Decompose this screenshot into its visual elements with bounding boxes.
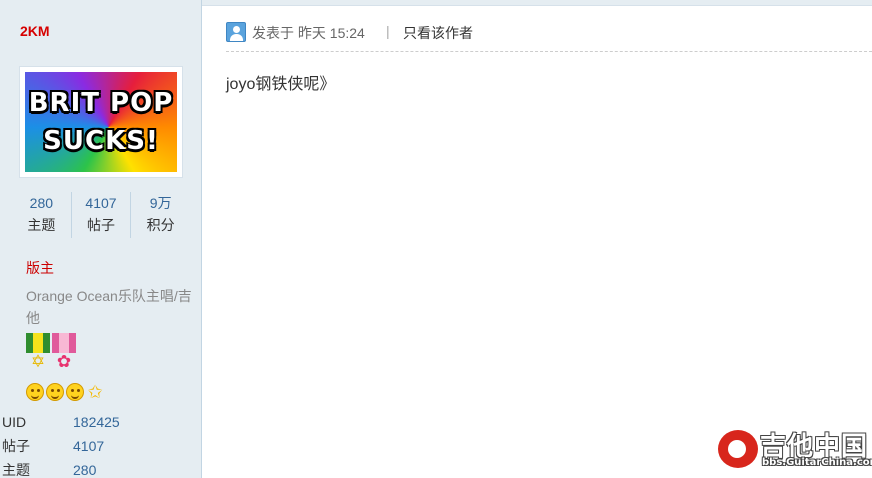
smiley-icon (46, 383, 64, 401)
info-key: 帖子 (2, 438, 30, 454)
user-group-label[interactable]: 版主 (26, 258, 54, 278)
info-row-posts: 帖子 4107 (0, 434, 200, 458)
info-key: UID (2, 414, 27, 430)
avatar-caption: BRIT POP SUCKS! (25, 72, 177, 172)
stat-points-label: 积分 (146, 217, 175, 233)
avatar-text-line1: BRIT POP (28, 88, 174, 118)
guitar-logo-icon (718, 430, 758, 468)
custom-title: Orange Ocean乐队主唱/吉他 (26, 288, 192, 326)
view-author-only-link[interactable]: 只看该作者 (403, 23, 473, 43)
top-border (202, 0, 872, 6)
user-info-list: UID 182425 帖子 4107 主题 280 (0, 410, 200, 478)
watermark-url: bbs.GuitarChina.com (762, 457, 872, 468)
stat-posts-label: 帖子 (87, 217, 115, 233)
avatar-image[interactable]: BRIT POP SUCKS! (25, 72, 177, 172)
star-shape: ✡ (30, 352, 46, 371)
stat-posts-value[interactable]: 4107 (72, 192, 131, 214)
avatar-text-line2: SUCKS! (43, 126, 159, 156)
avatar[interactable]: BRIT POP SUCKS! (19, 66, 183, 178)
stat-points[interactable]: 9万 积分 (130, 192, 190, 238)
info-value-link[interactable]: 280 (73, 458, 96, 478)
stat-threads[interactable]: 280 主题 (12, 192, 71, 238)
medal-ribbon (52, 333, 76, 353)
star-medal-icon[interactable]: ✡ (26, 333, 50, 375)
info-key: 主题 (2, 462, 30, 478)
post-timestamp: 发表于 昨天 15:24 (252, 25, 365, 41)
info-value-link[interactable]: 182425 (73, 410, 120, 434)
info-row-threads: 主题 280 (0, 458, 200, 478)
user-level-icons: ✩ (26, 383, 104, 401)
flower-shape: ✿ (56, 352, 72, 371)
star-icon: ✩ (87, 382, 103, 402)
stat-posts[interactable]: 4107 帖子 (70, 192, 131, 238)
medals: ✡ ✿ (26, 333, 76, 375)
flower-medal-icon[interactable]: ✿ (52, 333, 76, 375)
smiley-icon (66, 383, 84, 401)
info-row-uid: UID 182425 (0, 410, 200, 434)
post-header: 发表于 昨天 15:24 | 只看该作者 (226, 18, 872, 52)
author-name-link[interactable]: 2KM (20, 23, 50, 39)
online-user-icon (226, 22, 246, 42)
user-stats: 280 主题 4107 帖子 9万 积分 (12, 192, 190, 238)
stat-threads-value[interactable]: 280 (12, 192, 71, 214)
author-sidebar: 2KM BRIT POP SUCKS! 280 主题 4107 帖子 9万 积分… (0, 0, 202, 478)
medal-ribbon (26, 333, 50, 353)
stat-points-value[interactable]: 9万 (131, 192, 190, 214)
info-value-link[interactable]: 4107 (73, 434, 104, 458)
smiley-icon (26, 383, 44, 401)
header-divider: | (386, 23, 390, 39)
stat-threads-label: 主题 (27, 217, 56, 233)
post-body: joyo钢铁侠呢》 (226, 76, 336, 93)
site-watermark: 吉他中国 bbs.GuitarChina.com (718, 428, 872, 470)
